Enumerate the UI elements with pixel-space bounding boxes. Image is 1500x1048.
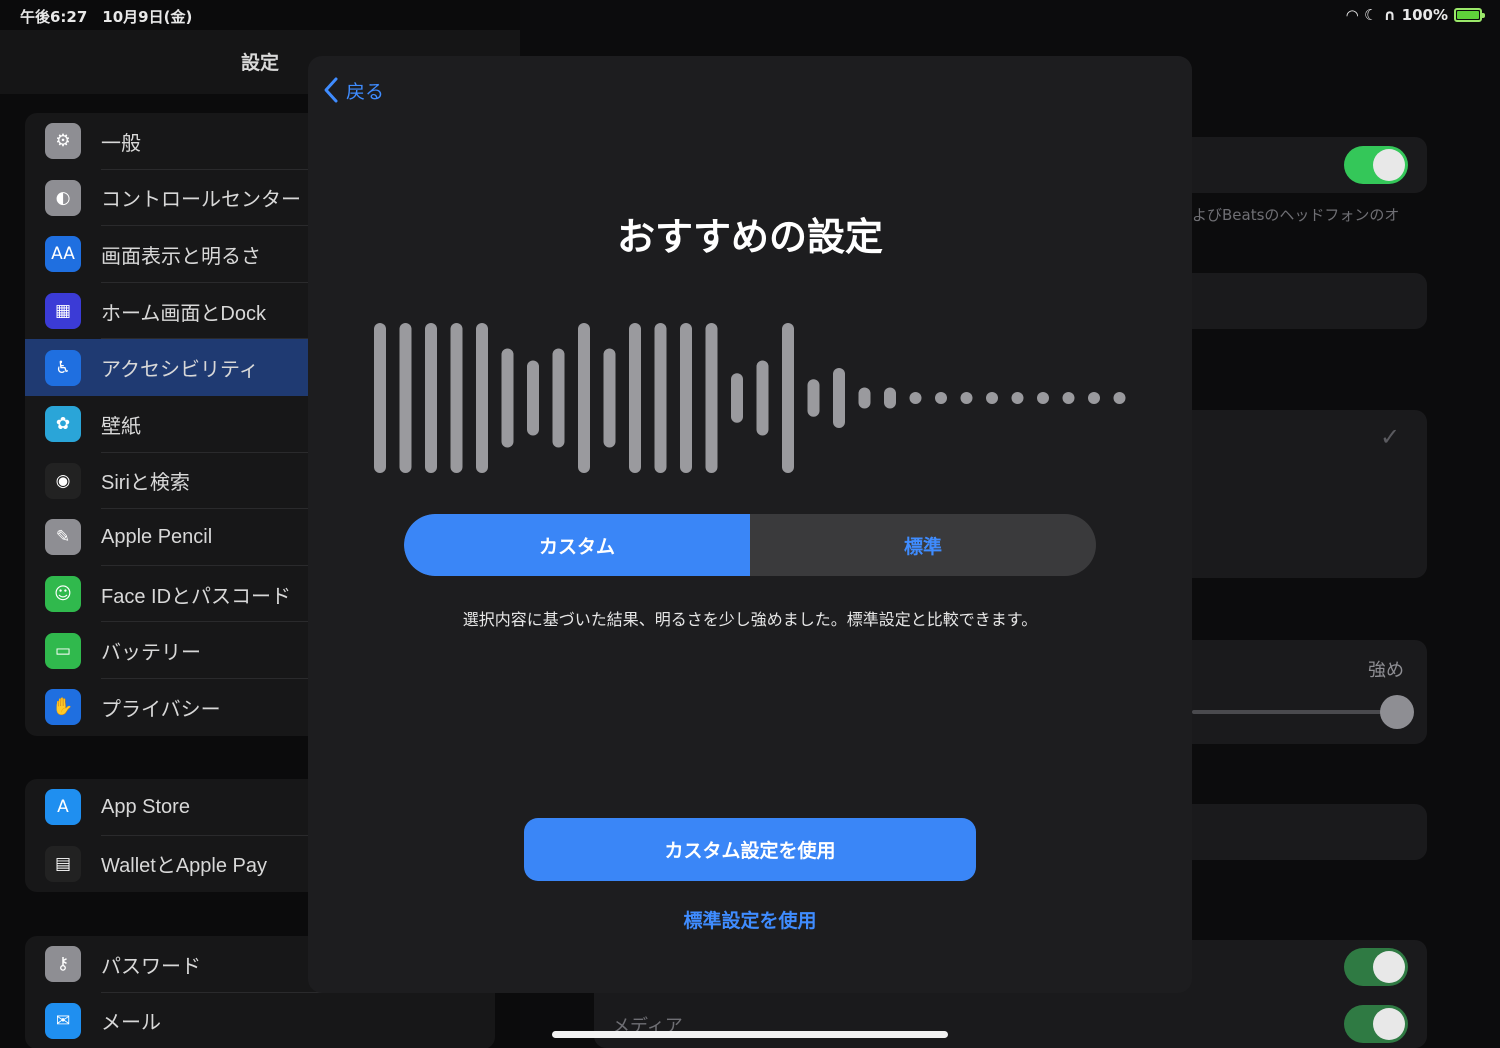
sidebar-item-label: 壁紙 — [101, 415, 141, 438]
sidebar-item-label: 画面表示と明るさ — [101, 245, 261, 268]
waveform-bar — [935, 392, 947, 404]
sidebar-item-label: Siriと検索 — [101, 472, 190, 495]
hand-icon: ✋ — [45, 689, 81, 726]
headphones-icon: ∩ — [1383, 6, 1396, 24]
sidebar-item-label: ホーム画面とDock — [101, 302, 266, 325]
wallet-icon: ▤ — [45, 845, 81, 882]
toggles-icon: ◐ — [45, 179, 81, 216]
sidebar-item-label: Apple Pencil — [101, 525, 213, 548]
slider-max-label: 強め — [1368, 660, 1404, 681]
grid-icon: ▦ — [45, 293, 81, 330]
sidebar-item-label: Face IDとパスコード — [101, 585, 292, 608]
moon-icon: ☾ — [1364, 6, 1378, 24]
slider-track[interactable] — [1192, 710, 1392, 714]
siri-icon: ◉ — [45, 462, 81, 499]
waveform-bar — [578, 323, 590, 473]
waveform-bar — [603, 348, 616, 448]
sidebar-item-label: App Store — [101, 795, 190, 818]
use-standard-settings-button[interactable]: 標準設定を使用 — [308, 906, 1192, 933]
waveform-bar — [1088, 392, 1100, 404]
slider-thumb[interactable] — [1380, 695, 1414, 729]
waveform-bar — [501, 348, 514, 448]
waveform-bar — [833, 368, 845, 428]
waveform-bar — [1062, 392, 1075, 404]
waveform-bar — [399, 323, 412, 473]
back-button[interactable]: 戻る — [322, 76, 384, 104]
home-indicator — [552, 1031, 948, 1038]
sidebar-item[interactable]: ✉ メール — [25, 993, 495, 1048]
waveform-bar — [960, 392, 973, 404]
battery-icon: ▭ — [45, 632, 81, 669]
waveform-bar — [527, 360, 539, 436]
pencil-icon: ✎ — [45, 519, 81, 556]
battery-percent: 100% — [1401, 6, 1448, 24]
waveform-bar — [680, 323, 692, 473]
recommended-settings-sheet: 戻る おすすめの設定 カスタム 標準 選択内容に基づいた結果、明るさを少し強めま… — [308, 56, 1192, 993]
waveform-bar — [705, 323, 718, 473]
back-label: 戻る — [346, 80, 385, 103]
sheet-title: おすすめの設定 — [616, 215, 883, 259]
waveform-bar — [986, 392, 998, 404]
gear-icon: ⚙ — [45, 123, 81, 160]
waveform-bar — [884, 387, 896, 409]
segment-standard[interactable]: 標準 — [750, 514, 1096, 576]
waveform-bar — [756, 360, 769, 436]
mail-icon: ✉ — [45, 1002, 81, 1039]
key-icon: ⚷ — [45, 946, 81, 983]
waveform-bar — [909, 392, 922, 404]
status-time-date: 午後6:27 10月9日(金) — [20, 8, 193, 26]
sidebar-item-label: 一般 — [101, 132, 141, 155]
accessibility-icon: ♿ — [45, 349, 81, 386]
chevron-left-icon — [324, 77, 338, 103]
sidebar-item-label: バッテリー — [101, 642, 201, 665]
waveform-bar — [1037, 392, 1049, 404]
checkmark-icon: ✓ — [1380, 423, 1401, 451]
text-size-icon: AA — [45, 236, 81, 273]
audio-waveform — [374, 323, 1126, 473]
wifi-icon: ◠ — [1346, 6, 1359, 24]
battery-icon — [1454, 8, 1485, 22]
waveform-bar — [654, 323, 667, 473]
detail-note: よびBeatsのヘッドフォンのオ — [1192, 206, 1400, 224]
app-store-icon: A — [45, 789, 81, 826]
sidebar-item-label: コントロールセンター — [101, 189, 301, 212]
waveform-bar — [807, 379, 820, 417]
segmented-control[interactable]: カスタム 標準 — [404, 514, 1096, 576]
waveform-bar — [450, 323, 463, 473]
detail-toggle[interactable] — [1344, 948, 1408, 986]
detail-card — [1180, 804, 1427, 860]
waveform-bar — [1113, 392, 1126, 404]
sidebar-item-label: WalletとApple Pay — [101, 855, 267, 878]
segment-custom[interactable]: カスタム — [404, 514, 750, 576]
sidebar-item-label: メール — [101, 1012, 161, 1035]
status-right: ◠ ☾ ∩ 100% — [1346, 6, 1485, 24]
waveform-bar — [731, 373, 743, 423]
waveform-bar — [425, 323, 437, 473]
use-custom-settings-button[interactable]: カスタム設定を使用 — [524, 818, 976, 881]
flower-icon: ✿ — [45, 406, 81, 443]
detail-toggle[interactable] — [1344, 146, 1408, 184]
face-id-icon: ☺ — [45, 576, 81, 613]
waveform-bar — [476, 323, 488, 473]
waveform-bar — [858, 387, 871, 409]
waveform-bar — [552, 348, 565, 448]
detail-toggle[interactable] — [1344, 1005, 1408, 1043]
status-bar: 午後6:27 10月9日(金) ◠ ☾ ∩ 100% — [0, 0, 1500, 30]
waveform-bar — [374, 323, 386, 473]
waveform-bar — [782, 323, 794, 473]
sidebar-item-label: パスワード — [101, 955, 201, 978]
detail-card — [1180, 273, 1427, 329]
waveform-bar — [1011, 392, 1024, 404]
waveform-bar — [629, 323, 641, 473]
sidebar-item-label: アクセシビリティ — [101, 359, 259, 382]
result-description: 選択内容に基づいた結果、明るさを少し強めました。標準設定と比較できます。 — [462, 610, 1038, 629]
sidebar-item-label: プライバシー — [101, 698, 221, 721]
